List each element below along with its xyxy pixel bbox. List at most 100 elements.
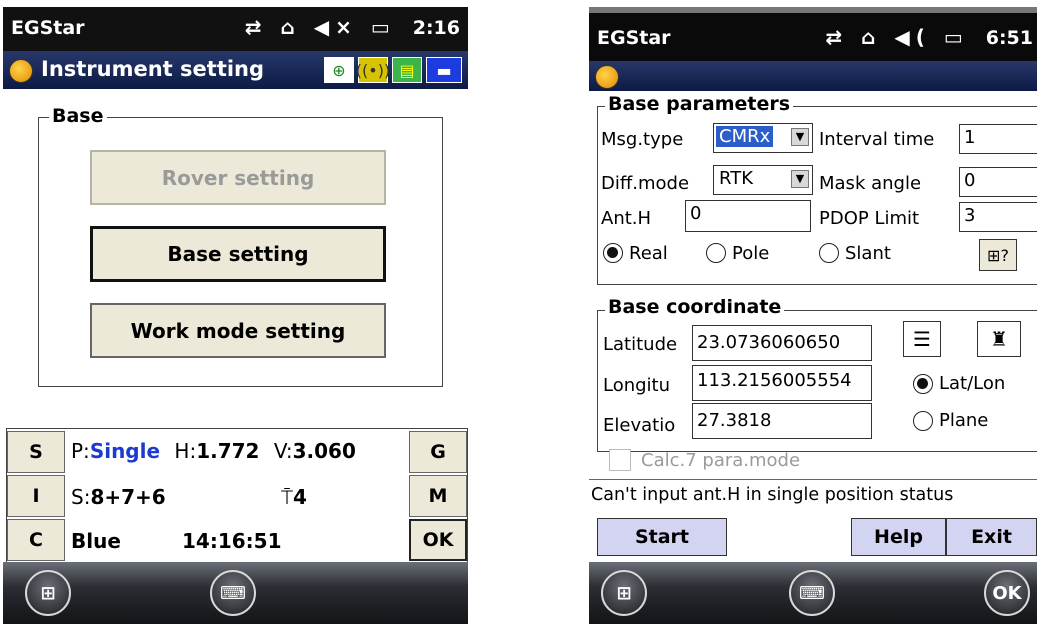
ok-taskbar-button[interactable]: OK	[984, 570, 1030, 616]
latitude-input[interactable]: 23.0736060650	[692, 325, 872, 361]
right-screen: EGStar ⇄ ⌂ ◀( ▭ 6:51 Base parameters Msg…	[589, 7, 1037, 624]
m-button[interactable]: M	[409, 475, 467, 517]
pole-radio[interactable]	[706, 243, 726, 263]
exit-button[interactable]: Exit	[946, 518, 1037, 556]
gps-target-icon[interactable]: ⊕	[324, 57, 354, 83]
windows-start-icon[interactable]: ⊞	[601, 570, 647, 616]
longitude-label: Longitu	[603, 375, 671, 396]
status-message: Can't input ant.H in single position sta…	[591, 485, 954, 505]
lat-lon-label: Lat/Lon	[939, 373, 1006, 394]
base-group-label: Base	[49, 105, 107, 127]
battery-icon[interactable]: ▭	[944, 25, 969, 49]
antenna-icon: ⍑	[281, 485, 293, 509]
windows-start-icon[interactable]: ⊞	[25, 570, 71, 616]
mask-angle-input[interactable]: 0	[959, 167, 1037, 197]
ant-h-input[interactable]: 0	[685, 200, 811, 232]
signal-icon[interactable]: ⌂	[280, 15, 300, 39]
keyboard-icon[interactable]: ⌨	[789, 570, 835, 616]
taskbar: ⊞ ⌨ OK	[589, 562, 1037, 624]
real-label: Real	[629, 243, 668, 264]
ant-h-label: Ant.H	[601, 208, 652, 229]
longitude-input[interactable]: 113.2156005554	[692, 365, 872, 401]
title-icons: ⊕ ((•)) ▤ ▬	[324, 57, 462, 83]
connectivity-icon[interactable]: ⇄	[825, 25, 848, 49]
signal-icon[interactable]: ⌂	[861, 25, 881, 49]
i-button[interactable]: I	[7, 475, 65, 517]
base-setting-button[interactable]: Base setting	[90, 226, 386, 282]
start-button[interactable]: Start	[597, 518, 727, 556]
elevation-label: Elevatio	[603, 415, 676, 436]
interval-time-label: Interval time	[819, 129, 935, 150]
speaker-icon[interactable]: ◀(	[894, 25, 931, 49]
ok-button[interactable]: OK	[409, 519, 467, 561]
app-name: EGStar	[597, 27, 671, 49]
connectivity-icon[interactable]: ⇄	[245, 15, 268, 39]
title-bar: Instrument setting ⊕ ((•)) ▤ ▬	[3, 51, 468, 89]
clock[interactable]: 2:16	[413, 17, 460, 39]
top-edge	[589, 7, 1037, 13]
diff-mode-value: RTK	[719, 168, 753, 189]
clock[interactable]: 6:51	[986, 27, 1033, 49]
data-log-icon[interactable]: ▤	[392, 57, 422, 83]
latitude-label: Latitude	[603, 334, 678, 355]
diff-mode-label: Diff.mode	[601, 173, 690, 194]
speaker-muted-icon[interactable]: ◀×	[314, 15, 358, 39]
satellite-status: S:8+7+6	[71, 485, 166, 509]
chevron-down-icon[interactable]: ▼	[791, 170, 809, 188]
survey-point-icon[interactable]: ♜	[977, 321, 1021, 357]
status-bar: EGStar ⇄ ⌂ ◀× ▭ 2:16	[3, 7, 468, 51]
status-panel: S I C G M OK P:Single H:1.772 V:3.060 S:…	[6, 428, 468, 563]
position-status: P:Single H:1.772 V:3.060	[71, 439, 356, 463]
plane-label: Plane	[939, 410, 989, 431]
v-precision: 3.060	[292, 439, 356, 463]
c-button[interactable]: C	[7, 519, 65, 561]
slant-label: Slant	[845, 243, 891, 264]
battery-status-icon[interactable]: ▬	[426, 57, 462, 83]
s-button[interactable]: S	[7, 431, 65, 473]
pdop-limit-input[interactable]: 3	[959, 202, 1037, 232]
battery-icon[interactable]: ▭	[371, 15, 396, 39]
calc-7-checkbox[interactable]	[609, 449, 631, 471]
link-type: Blue	[71, 529, 121, 553]
keyboard-icon[interactable]: ⌨	[210, 570, 256, 616]
divider	[589, 479, 1037, 480]
position-mode: Single	[89, 439, 161, 463]
msg-type-value: CMRx	[716, 126, 774, 147]
status-icons: ⇄ ⌂ ◀( ▭ 6:51	[825, 25, 1033, 49]
h-precision: 1.772	[196, 439, 260, 463]
antenna-count: 4	[293, 485, 307, 509]
app-name: EGStar	[11, 17, 85, 39]
g-button[interactable]: G	[409, 431, 467, 473]
list-icon[interactable]: ☰	[903, 321, 941, 357]
calc-7-label: Calc.7 para.mode	[641, 450, 801, 471]
msg-type-select[interactable]: CMRx ▼	[713, 123, 813, 153]
lat-lon-radio[interactable]	[913, 374, 933, 394]
taskbar: ⊞ ⌨	[3, 562, 468, 624]
start-logo-icon[interactable]	[595, 65, 619, 89]
chevron-down-icon[interactable]: ▼	[791, 128, 809, 146]
interval-time-input[interactable]: 1	[959, 124, 1037, 154]
antenna-status: ⍑4	[281, 485, 307, 509]
diff-mode-select[interactable]: RTK ▼	[713, 165, 813, 195]
page-title: Instrument setting	[41, 57, 265, 81]
msg-type-label: Msg.type	[601, 129, 684, 150]
antenna-setting-icon[interactable]: ⊞?	[979, 239, 1017, 271]
elevation-input[interactable]: 27.3818	[692, 403, 872, 439]
satellite-count: 8+7+6	[90, 485, 166, 509]
left-screen: EGStar ⇄ ⌂ ◀× ▭ 2:16 Instrument setting …	[3, 7, 468, 624]
status-icons: ⇄ ⌂ ◀× ▭ 2:16	[245, 15, 460, 39]
rover-setting-button[interactable]: Rover setting	[90, 150, 386, 205]
help-button[interactable]: Help	[851, 518, 946, 556]
pole-label: Pole	[732, 243, 770, 264]
status-bar: EGStar ⇄ ⌂ ◀( ▭ 6:51	[589, 13, 1037, 61]
start-logo-icon[interactable]	[9, 59, 33, 83]
pdop-limit-label: PDOP Limit	[819, 208, 920, 229]
title-bar	[589, 61, 1037, 91]
radio-signal-icon[interactable]: ((•))	[356, 57, 390, 83]
slant-radio[interactable]	[819, 243, 839, 263]
mask-angle-label: Mask angle	[819, 173, 922, 194]
plane-radio[interactable]	[913, 411, 933, 431]
work-mode-setting-button[interactable]: Work mode setting	[90, 303, 386, 358]
real-radio[interactable]	[603, 243, 623, 263]
base-parameters-label: Base parameters	[605, 93, 794, 115]
